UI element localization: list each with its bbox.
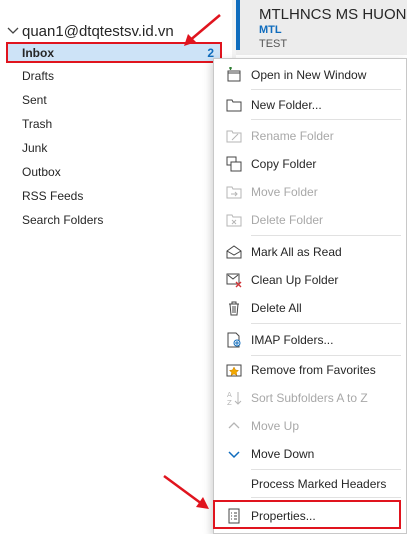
annotation-arrow-icon bbox=[163, 474, 209, 509]
imap-folders-icon bbox=[227, 332, 241, 348]
menu-item-copy-folder[interactable]: Copy Folder bbox=[214, 151, 407, 177]
star-folder-icon bbox=[226, 364, 242, 377]
copy-folder-icon bbox=[226, 156, 242, 172]
menu-item-mark-all-read[interactable]: Mark All as Read bbox=[214, 239, 407, 265]
menu-separator bbox=[251, 355, 401, 356]
menu-item-new-folder[interactable]: New Folder... bbox=[214, 92, 407, 118]
folder-item-drafts[interactable]: Drafts bbox=[22, 68, 54, 84]
delete-folder-icon bbox=[226, 214, 242, 227]
menu-label: Rename Folder bbox=[251, 129, 334, 143]
folder-item-outbox[interactable]: Outbox bbox=[22, 164, 61, 180]
menu-separator bbox=[251, 89, 401, 90]
menu-item-delete-all[interactable]: Delete All bbox=[214, 295, 407, 321]
menu-item-clean-up-folder[interactable]: Clean Up Folder bbox=[214, 267, 407, 293]
message-tag: MTL bbox=[259, 24, 282, 36]
menu-separator bbox=[251, 469, 401, 470]
menu-item-move-up[interactable]: Move Up bbox=[214, 413, 407, 439]
menu-item-remove-favorites[interactable]: Remove from Favorites bbox=[214, 357, 407, 383]
chevron-up-icon bbox=[228, 422, 240, 429]
menu-separator bbox=[251, 235, 401, 236]
envelope-open-icon bbox=[226, 245, 242, 259]
menu-label: IMAP Folders... bbox=[251, 333, 334, 347]
menu-label: Move Up bbox=[251, 419, 300, 433]
menu-item-delete-folder[interactable]: Delete Folder bbox=[214, 207, 407, 233]
menu-label: Move Down bbox=[251, 447, 315, 461]
menu-label: Process Marked Headers bbox=[251, 477, 387, 491]
new-window-icon bbox=[227, 67, 241, 82]
move-folder-icon bbox=[226, 186, 242, 199]
folder-item-sent[interactable]: Sent bbox=[22, 92, 47, 108]
menu-label: Open in New Window bbox=[251, 68, 367, 82]
folder-icon bbox=[226, 99, 242, 112]
menu-separator bbox=[251, 323, 401, 324]
folder-item-rss-feeds[interactable]: RSS Feeds bbox=[22, 188, 83, 204]
menu-label: Delete Folder bbox=[251, 213, 324, 227]
menu-item-move-folder[interactable]: Move Folder bbox=[214, 179, 407, 205]
message-subject: TEST bbox=[259, 38, 288, 50]
annotation-arrow-icon bbox=[184, 14, 221, 46]
menu-label: Copy Folder bbox=[251, 157, 317, 171]
account-header[interactable]: quan1@dtqtestsv.id.vn bbox=[6, 21, 174, 41]
account-name: quan1@dtqtestsv.id.vn bbox=[22, 22, 174, 40]
trash-icon bbox=[229, 301, 239, 316]
menu-item-imap-folders[interactable]: IMAP Folders... bbox=[214, 327, 407, 353]
menu-item-move-down[interactable]: Move Down bbox=[214, 441, 407, 467]
folder-item-junk[interactable]: Junk bbox=[22, 140, 47, 156]
folder-pane: quan1@dtqtestsv.id.vn Inbox 2 Drafts Sen… bbox=[0, 0, 232, 534]
menu-separator bbox=[251, 497, 401, 498]
sort-az-icon: AZ bbox=[227, 391, 242, 406]
chevron-down-icon[interactable] bbox=[6, 24, 20, 38]
chevron-down-icon bbox=[228, 451, 240, 459]
menu-label: Clean Up Folder bbox=[251, 273, 339, 287]
menu-label: Mark All as Read bbox=[251, 245, 342, 259]
svg-text:Z: Z bbox=[227, 399, 232, 406]
message-sender: MTLHNCS MS HUONG bbox=[259, 6, 407, 23]
context-menu: Open in New Window New Folder... Rename … bbox=[213, 58, 407, 534]
menu-label: Remove from Favorites bbox=[251, 363, 376, 377]
properties-highlight-box bbox=[213, 500, 401, 529]
menu-item-rename-folder[interactable]: Rename Folder bbox=[214, 123, 407, 149]
menu-label: Sort Subfolders A to Z bbox=[251, 391, 368, 405]
clean-up-icon bbox=[226, 273, 242, 288]
folder-label-inbox: Inbox bbox=[22, 46, 54, 60]
menu-label: Move Folder bbox=[251, 185, 318, 199]
menu-item-open-new-window[interactable]: Open in New Window bbox=[214, 62, 407, 88]
rename-folder-icon bbox=[226, 130, 242, 143]
menu-item-sort-subfolders[interactable]: AZ Sort Subfolders A to Z bbox=[214, 385, 407, 411]
folder-item-trash[interactable]: Trash bbox=[22, 116, 52, 132]
menu-item-process-headers[interactable]: Process Marked Headers bbox=[214, 471, 407, 497]
folder-item-search-folders[interactable]: Search Folders bbox=[22, 212, 103, 228]
selected-indicator bbox=[236, 0, 240, 50]
svg-text:A: A bbox=[227, 391, 232, 399]
menu-label: New Folder... bbox=[251, 98, 322, 112]
menu-separator bbox=[251, 119, 401, 120]
menu-label: Delete All bbox=[251, 301, 302, 315]
